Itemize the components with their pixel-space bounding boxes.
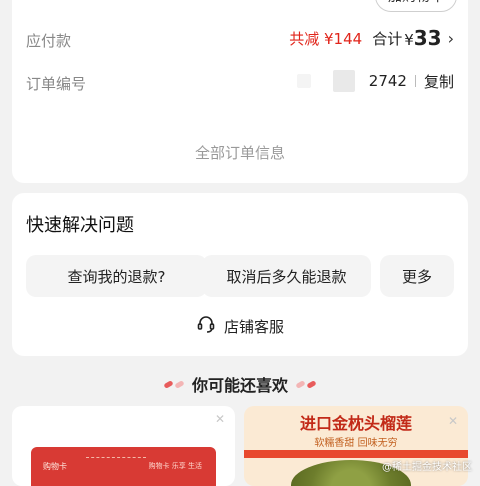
watermark: @稀土掘金技术社区: [382, 462, 472, 473]
total-label: 合计: [372, 29, 403, 48]
query-refund-button[interactable]: 查询我的退款?: [26, 255, 207, 297]
quick-help-card: 快速解决问题 查询我的退款? 取消后多久能退款 更多 店铺客服: [12, 193, 468, 356]
order-number: 2742 复制: [296, 67, 454, 95]
durian-title: 进口金枕头榴莲: [299, 414, 412, 433]
store-service-button[interactable]: 店铺客服: [12, 313, 468, 339]
headset-icon: [196, 314, 216, 338]
payable-summary[interactable]: 共减 ¥144 合计 ¥33 ›: [289, 24, 454, 52]
more-questions-button[interactable]: 更多: [380, 255, 454, 297]
chevron-right-icon: ›: [447, 28, 454, 48]
refund-time-button[interactable]: 取消后多久能退款: [202, 255, 371, 297]
add-to-cart-button[interactable]: 加购物车: [375, 0, 457, 12]
masked-digits-block: [332, 70, 355, 92]
close-icon[interactable]: ✕: [448, 414, 458, 428]
order-number-label: 订单编号: [26, 75, 87, 93]
store-service-label: 店铺客服: [223, 317, 284, 336]
close-icon[interactable]: ✕: [215, 412, 225, 426]
payable-label: 应付款: [26, 32, 72, 50]
total-amount: ¥33: [404, 26, 442, 50]
gift-card-text: 购物卡: [43, 462, 67, 471]
recommend-card-gift-card[interactable]: ✕ 购物卡 购物卡 乐享 生活: [12, 406, 235, 486]
recommend-title: 你可能还喜欢: [191, 376, 288, 395]
order-info-card: 加购物车 应付款 共减 ¥144 合计 ¥33 › 订单编号 2742 复制 全…: [12, 0, 468, 183]
masked-digits: [296, 74, 311, 88]
pill-icon: [295, 379, 317, 389]
gift-card-image: 购物卡 购物卡 乐享 生活: [31, 447, 216, 486]
order-number-value: 2742: [368, 72, 407, 90]
banner-band: [244, 450, 468, 458]
recommend-card-durian[interactable]: 进口金枕头榴莲 软糯香甜 回味无穷 ✕: [244, 406, 468, 486]
divider: [414, 75, 416, 87]
quick-help-title: 快速解决问题: [26, 215, 134, 236]
gift-card-tagline: 购物卡 乐享 生活: [148, 462, 202, 470]
durian-subtitle: 软糯香甜 回味无穷: [314, 438, 398, 449]
card-decoration: [86, 457, 146, 474]
recommend-header: 你可能还喜欢: [0, 372, 480, 396]
all-order-info-link[interactable]: 全部订单信息: [12, 142, 468, 163]
copy-order-number-button[interactable]: 复制: [424, 71, 454, 92]
discount-amount: 共减 ¥144: [289, 29, 363, 48]
pill-icon: [163, 379, 185, 389]
